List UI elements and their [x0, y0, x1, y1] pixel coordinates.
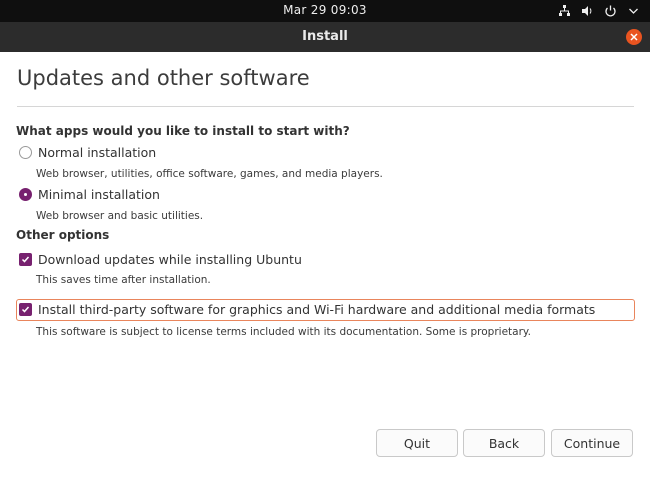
minimal-installation-label[interactable]: Minimal installation [38, 187, 160, 202]
minimal-installation-radio[interactable]: Minimal installation [19, 187, 160, 202]
other-options-heading: Other options [16, 228, 110, 242]
normal-installation-description: Web browser, utilities, office software,… [36, 168, 383, 180]
volume-icon[interactable] [581, 3, 594, 17]
quit-button[interactable]: Quit [376, 429, 458, 457]
close-button[interactable] [626, 29, 642, 45]
download-updates-label[interactable]: Download updates while installing Ubuntu [38, 252, 302, 267]
system-top-bar: Mar 29 09:03 [0, 0, 650, 22]
power-icon[interactable] [604, 3, 617, 17]
third-party-software-checkbox[interactable]: Install third-party software for graphic… [19, 302, 595, 317]
checkbox-checked-icon[interactable] [19, 253, 32, 266]
minimal-installation-description: Web browser and basic utilities. [36, 210, 204, 222]
clock[interactable]: Mar 29 09:03 [0, 3, 650, 17]
download-updates-checkbox[interactable]: Download updates while installing Ubuntu [19, 252, 302, 267]
divider [17, 106, 634, 107]
window-title: Install [302, 29, 348, 44]
network-icon[interactable] [558, 3, 571, 17]
page-title: Updates and other software [17, 66, 310, 90]
radio-unselected-icon[interactable] [19, 146, 32, 159]
third-party-software-description: This software is subject to license term… [36, 326, 531, 338]
chevron-down-icon[interactable] [627, 3, 640, 17]
checkbox-checked-icon[interactable] [19, 303, 32, 316]
apps-question-heading: What apps would you like to install to s… [16, 124, 350, 138]
window-title-bar: Install [0, 22, 650, 52]
system-tray[interactable] [558, 3, 640, 17]
close-icon [630, 33, 638, 41]
radio-selected-icon[interactable] [19, 188, 32, 201]
back-button[interactable]: Back [463, 429, 545, 457]
download-updates-description: This saves time after installation. [36, 274, 211, 286]
normal-installation-radio[interactable]: Normal installation [19, 145, 156, 160]
normal-installation-label[interactable]: Normal installation [38, 145, 156, 160]
third-party-software-label[interactable]: Install third-party software for graphic… [38, 302, 595, 317]
continue-button[interactable]: Continue [551, 429, 633, 457]
